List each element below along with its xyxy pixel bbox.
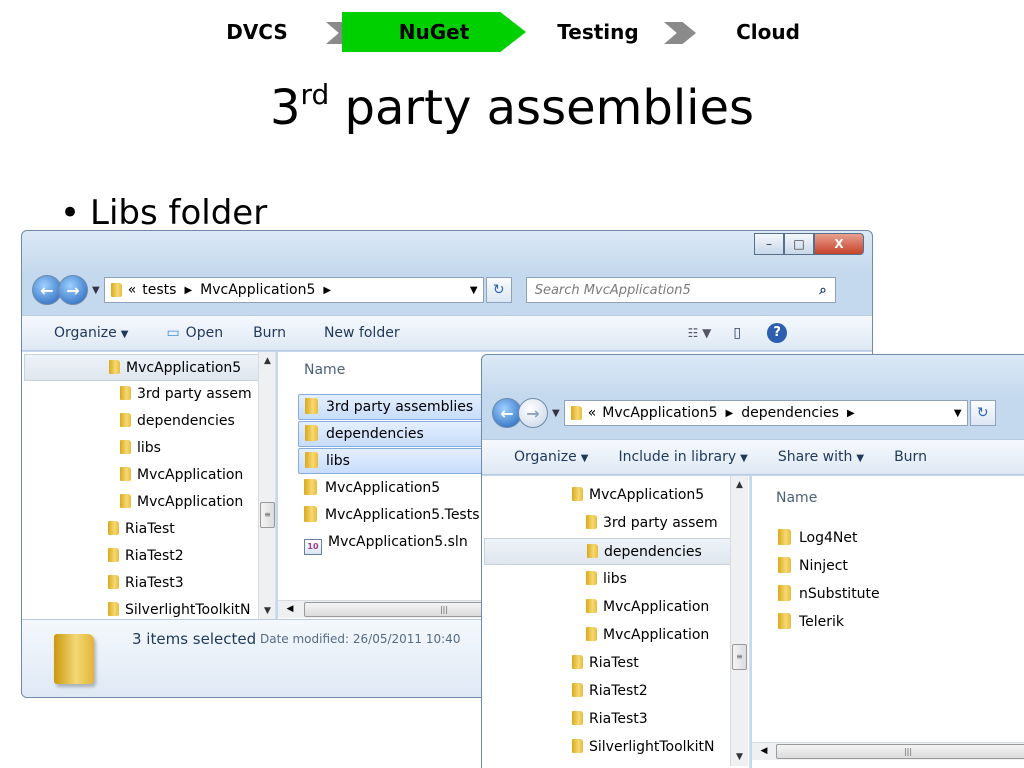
- history-dropdown-icon[interactable]: ▼: [552, 408, 560, 419]
- scroll-thumb[interactable]: ≡: [260, 502, 275, 528]
- search-input[interactable]: Search MvcApplication5 ⌕: [525, 277, 836, 303]
- column-header-name[interactable]: Name: [304, 362, 345, 378]
- breadcrumb-arrow-icon[interactable]: ▶: [184, 285, 192, 296]
- list-item[interactable]: Telerik: [772, 609, 844, 635]
- tree-item[interactable]: SilverlightToolkitN: [108, 597, 251, 620]
- explorer-window-dependencies[interactable]: ← → ▼ « MvcApplication5 ▶ dependencies ▶…: [481, 354, 1024, 768]
- folder-icon: [110, 283, 122, 297]
- preview-pane-icon[interactable]: ▯: [733, 325, 741, 341]
- breadcrumb-arrow-icon[interactable]: ▶: [323, 285, 331, 296]
- address-bar[interactable]: « MvcApplication5 ▶ dependencies ▶ ▼: [563, 400, 968, 426]
- scroll-down-icon[interactable]: ▼: [259, 602, 275, 620]
- maximize-button[interactable]: □: [784, 233, 814, 255]
- refresh-button[interactable]: ↻: [485, 277, 512, 303]
- forward-button[interactable]: →: [518, 398, 548, 428]
- breadcrumb-tests[interactable]: tests: [142, 282, 176, 298]
- list-item[interactable]: 10 MvcApplication5.sln: [298, 529, 468, 555]
- caption-buttons: – □ X: [754, 233, 864, 255]
- progress-steps: DVCS NuGet Testing Cloud: [0, 12, 1024, 52]
- tree-item[interactable]: MvcApplication: [120, 489, 243, 516]
- tree-item[interactable]: libs: [586, 566, 627, 593]
- command-bar: Organize ▼ ▭ Open Burn New folder ☷ ▼ ▯ ?: [22, 315, 872, 351]
- breadcrumb-mvcapplication5[interactable]: MvcApplication5: [602, 405, 717, 421]
- solution-file-icon: 10: [304, 539, 322, 555]
- slide-title: 3rd party assemblies: [269, 78, 755, 136]
- open-folder-icon: ▭: [166, 325, 180, 341]
- date-modified: Date modified: 26/05/2011 10:40: [260, 632, 461, 646]
- navigation-bar: ← → ▼ « MvcApplication5 ▶ dependencies ▶…: [492, 397, 996, 429]
- view-options-icon[interactable]: ☷ ▼: [688, 326, 712, 340]
- minimize-button[interactable]: –: [754, 233, 784, 255]
- scroll-thumb[interactable]: |||: [776, 744, 1024, 759]
- organize-button[interactable]: Organize ▼: [54, 325, 128, 341]
- nav-pane-scrollbar[interactable]: ▲ ≡ ▼: [730, 476, 748, 766]
- navigation-bar: ← → ▼ « tests ▶ MvcApplication5 ▶ ▼ ↻ Se…: [32, 274, 836, 306]
- step-nuget: NuGet: [342, 12, 526, 52]
- tree-item[interactable]: RiaTest2: [108, 543, 184, 570]
- scroll-up-icon[interactable]: ▲: [259, 352, 275, 370]
- folder-icon: [54, 634, 94, 684]
- tree-item[interactable]: MvcApplication: [586, 622, 709, 649]
- tree-item[interactable]: RiaTest: [108, 516, 175, 543]
- include-in-library-button[interactable]: Include in library ▼: [618, 449, 747, 465]
- tree-item[interactable]: MvcApplication5: [24, 354, 273, 381]
- burn-button[interactable]: Burn: [253, 325, 286, 341]
- breadcrumb-arrow-icon[interactable]: ▶: [847, 408, 855, 419]
- tree-item[interactable]: 3rd party assem: [586, 510, 718, 537]
- help-icon[interactable]: ?: [767, 323, 788, 343]
- tree-item[interactable]: SilverlightToolkitN: [572, 734, 715, 761]
- burn-button[interactable]: Burn: [894, 449, 927, 465]
- list-item[interactable]: MvcApplication5: [298, 475, 440, 501]
- breadcrumb-arrow-icon[interactable]: ▶: [725, 408, 733, 419]
- address-bar[interactable]: « tests ▶ MvcApplication5 ▶ ▼: [103, 277, 484, 303]
- tree-item[interactable]: libs: [120, 435, 161, 462]
- tree-item[interactable]: MvcApplication5: [572, 482, 704, 509]
- search-icon[interactable]: ⌕: [819, 283, 826, 298]
- list-item[interactable]: nSubstitute: [772, 581, 880, 607]
- tree-item[interactable]: dependencies: [120, 408, 235, 435]
- tree-item[interactable]: MvcApplication: [120, 462, 243, 489]
- address-dropdown-icon[interactable]: ▼: [465, 285, 483, 296]
- file-list: Name Log4Net Ninject nSubstitute Telerik…: [752, 476, 1024, 768]
- scroll-thumb[interactable]: ≡: [732, 644, 747, 670]
- tree-item[interactable]: dependencies: [484, 538, 747, 565]
- tree-item[interactable]: 3rd party assem: [120, 381, 252, 408]
- tree-item[interactable]: RiaTest: [572, 650, 639, 677]
- scroll-left-icon[interactable]: ◀: [282, 601, 298, 618]
- breadcrumb-mvcapplication5[interactable]: MvcApplication5: [200, 282, 315, 298]
- scroll-left-icon[interactable]: ◀: [756, 743, 772, 760]
- step-cloud: Cloud: [736, 20, 800, 44]
- navigation-pane: MvcApplication5 3rd party assem dependen…: [482, 476, 750, 768]
- list-item[interactable]: Ninject: [772, 553, 848, 579]
- history-dropdown-icon[interactable]: ▼: [92, 285, 100, 296]
- list-item[interactable]: Log4Net: [772, 525, 858, 551]
- scroll-up-icon[interactable]: ▲: [731, 476, 748, 494]
- scroll-down-icon[interactable]: ▼: [731, 748, 748, 766]
- file-list-horizontal-scrollbar[interactable]: ◀ |||: [752, 742, 1024, 760]
- step-dvcs: DVCS: [226, 20, 288, 44]
- organize-button[interactable]: Organize ▼: [514, 449, 588, 465]
- selected-count: 3 items selected: [132, 630, 257, 648]
- close-button[interactable]: X: [814, 233, 864, 255]
- tree-item[interactable]: RiaTest3: [572, 706, 648, 733]
- refresh-button[interactable]: ↻: [969, 400, 996, 426]
- address-dropdown-icon[interactable]: ▼: [949, 408, 967, 419]
- folder-icon: [570, 406, 582, 420]
- tree-item[interactable]: RiaTest3: [108, 570, 184, 597]
- share-with-button[interactable]: Share with ▼: [778, 449, 864, 465]
- tree-item[interactable]: RiaTest2: [572, 678, 648, 705]
- command-bar: Organize ▼ Include in library ▼ Share with…: [482, 439, 1024, 475]
- nav-pane-scrollbar[interactable]: ▲ ≡ ▼: [258, 352, 275, 620]
- step-testing: Testing: [557, 20, 639, 44]
- navigation-pane: MvcApplication5 3rd party assem dependen…: [22, 352, 276, 620]
- new-folder-button[interactable]: New folder: [324, 325, 400, 341]
- list-item[interactable]: MvcApplication5.Tests: [298, 502, 480, 528]
- chevron-icon: [664, 22, 696, 44]
- breadcrumb-dependencies[interactable]: dependencies: [741, 405, 839, 421]
- open-button[interactable]: ▭ Open: [166, 325, 223, 341]
- column-header-name[interactable]: Name: [776, 490, 817, 506]
- forward-button[interactable]: →: [58, 275, 88, 305]
- tree-item[interactable]: MvcApplication: [586, 594, 709, 621]
